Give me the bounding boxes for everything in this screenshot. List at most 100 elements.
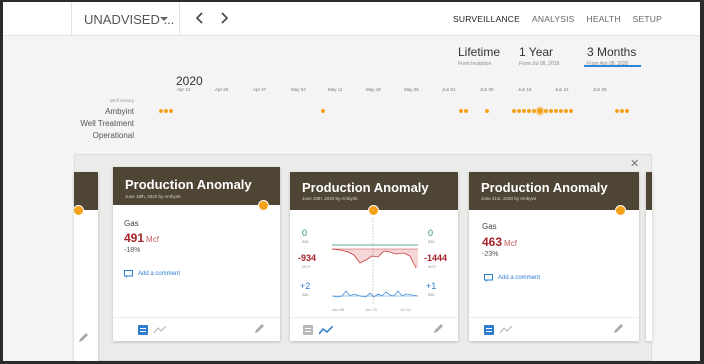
add-comment-link[interactable]: Add a comment [124,270,180,278]
chart-bot-right-value: +1 [426,281,437,291]
caret-down-icon [160,17,168,21]
metric-value: 491 Mcf [124,231,159,245]
event-dot[interactable] [564,109,568,113]
event-dot[interactable] [464,109,468,113]
sparkline-chart [332,218,418,304]
anomaly-card[interactable]: Production Anomaly June 19th, 2020 by Am… [113,167,280,341]
event-dot[interactable] [527,109,531,113]
close-icon[interactable]: ✕ [630,157,639,170]
notes-icon[interactable] [303,325,313,335]
range-lifetime[interactable]: Lifetime From Inception [458,45,500,67]
range-3-months[interactable]: 3 Months From Apr 08, 2020 [587,45,636,67]
pencil-icon[interactable] [613,323,624,334]
event-marker-icon [368,205,379,216]
chart-top-right-unit: BBL [428,239,436,244]
anomaly-card[interactable]: Production Anomaly June 20th, 2020 by Am… [290,172,458,341]
event-dot[interactable] [517,109,521,113]
event-dot[interactable] [485,109,489,113]
chevron-left-icon[interactable] [193,11,207,25]
range-1-year[interactable]: 1 Year From Jul 08, 2019 [519,45,559,67]
notes-icon[interactable] [138,325,148,335]
event-dot[interactable] [544,109,548,113]
timeline-tick: May 04 [291,87,306,92]
timeline-tick: Jun 29 [593,87,607,92]
event-dot[interactable] [169,109,173,113]
notes-icon[interactable] [484,325,494,335]
timeline-tick: Apr 13 [177,87,191,92]
card-subtitle: June 19th, 2020 by Ambyint [125,194,181,199]
gas-area [332,249,418,268]
metric-percent: -23% [482,251,499,258]
card-title: Production Anomaly [481,180,608,195]
card-subtitle: June 21st, 2020 by Ambyint [481,196,537,201]
timeline-tick: May 25 [404,87,419,92]
metric-label: Gas [124,219,139,228]
event-dot[interactable] [569,109,573,113]
event-dot[interactable] [321,109,325,113]
card-subtitle: June 20th, 2020 by Ambyint [302,196,358,201]
chart-mid-right-unit: MCF [428,264,437,269]
chart-top-left-value: 0 [302,228,308,238]
app-window: UNADVISED ... SURVEILLANCE ANALYSIS HEAL… [3,2,700,361]
pencil-icon[interactable] [433,323,444,334]
event-dot[interactable] [625,109,629,113]
tab-health[interactable]: HEALTH [587,2,621,36]
event-dot[interactable] [532,109,536,113]
timeline-tick: May 11 [328,87,343,92]
event-dot[interactable] [522,109,526,113]
card-footer [113,317,280,341]
event-dot[interactable] [159,109,163,113]
anomaly-card-partial[interactable] [646,172,652,341]
anomaly-card[interactable]: Production Anomaly June 21st, 2020 by Am… [469,172,639,341]
timeline-tick: Jun 15 [518,87,532,92]
chart-x-tick: Jul 04 [400,307,411,312]
event-dot[interactable] [615,109,619,113]
chevron-right-icon[interactable] [217,11,231,25]
trend-icon[interactable] [500,326,512,334]
row-label-ambyint: Ambyint [105,107,134,116]
chart-bot-right-unit: BBL [428,292,436,297]
card-footer [469,317,639,341]
metric-value: 463 Mcf [482,235,517,249]
timeline-tick: May 18 [366,87,381,92]
anomaly-card-partial[interactable] [74,172,98,361]
timeline-year: 2020 [176,74,203,88]
comment-icon [484,274,493,282]
trend-icon[interactable] [319,326,333,335]
main-tabs: SURVEILLANCE ANALYSIS HEALTH SETUP [453,2,662,36]
chart-mid-left-value: -934 [298,253,317,263]
event-dot[interactable] [459,109,463,113]
chart-x-tick: Jun 06 [332,307,345,312]
timeline-tick: Apr 20 [215,87,229,92]
event-dot[interactable] [620,109,624,113]
event-dot[interactable] [549,109,553,113]
pencil-icon[interactable] [78,332,89,343]
chart-top-right-value: 0 [428,228,434,238]
range-selected-indicator [584,65,641,67]
event-dot[interactable] [164,109,168,113]
tab-analysis[interactable]: ANALYSIS [532,2,575,36]
pencil-icon[interactable] [254,323,265,334]
event-dot-selected[interactable] [537,108,543,114]
event-dot[interactable] [512,109,516,113]
chart-bot-left-unit: BBL [302,292,310,297]
row-label-well-history: Well History [110,98,134,103]
tab-surveillance[interactable]: SURVEILLANCE [453,2,520,36]
trend-icon[interactable] [154,326,166,334]
metric-percent: -18% [124,247,141,254]
row-label-well-treatment: Well Treatment [80,119,134,128]
timeline-tick: Jun 01 [442,87,456,92]
tab-setup[interactable]: SETUP [633,2,662,36]
add-comment-link[interactable]: Add a comment [484,274,540,282]
chart-mid-left-unit: MCF [302,264,311,269]
event-dot[interactable] [559,109,563,113]
event-marker-icon [615,205,626,216]
comment-icon [124,270,133,278]
chart-x-tick: Jun 20 [365,307,378,312]
chart-mid-right-value: -1444 [424,253,448,263]
timeline-tick: Jun 22 [555,87,569,92]
timeline-tick: Apr 27 [253,87,267,92]
event-dot[interactable] [554,109,558,113]
top-bar: UNADVISED ... SURVEILLANCE ANALYSIS HEAL… [3,2,700,36]
well-selector[interactable]: UNADVISED ... [71,2,180,36]
